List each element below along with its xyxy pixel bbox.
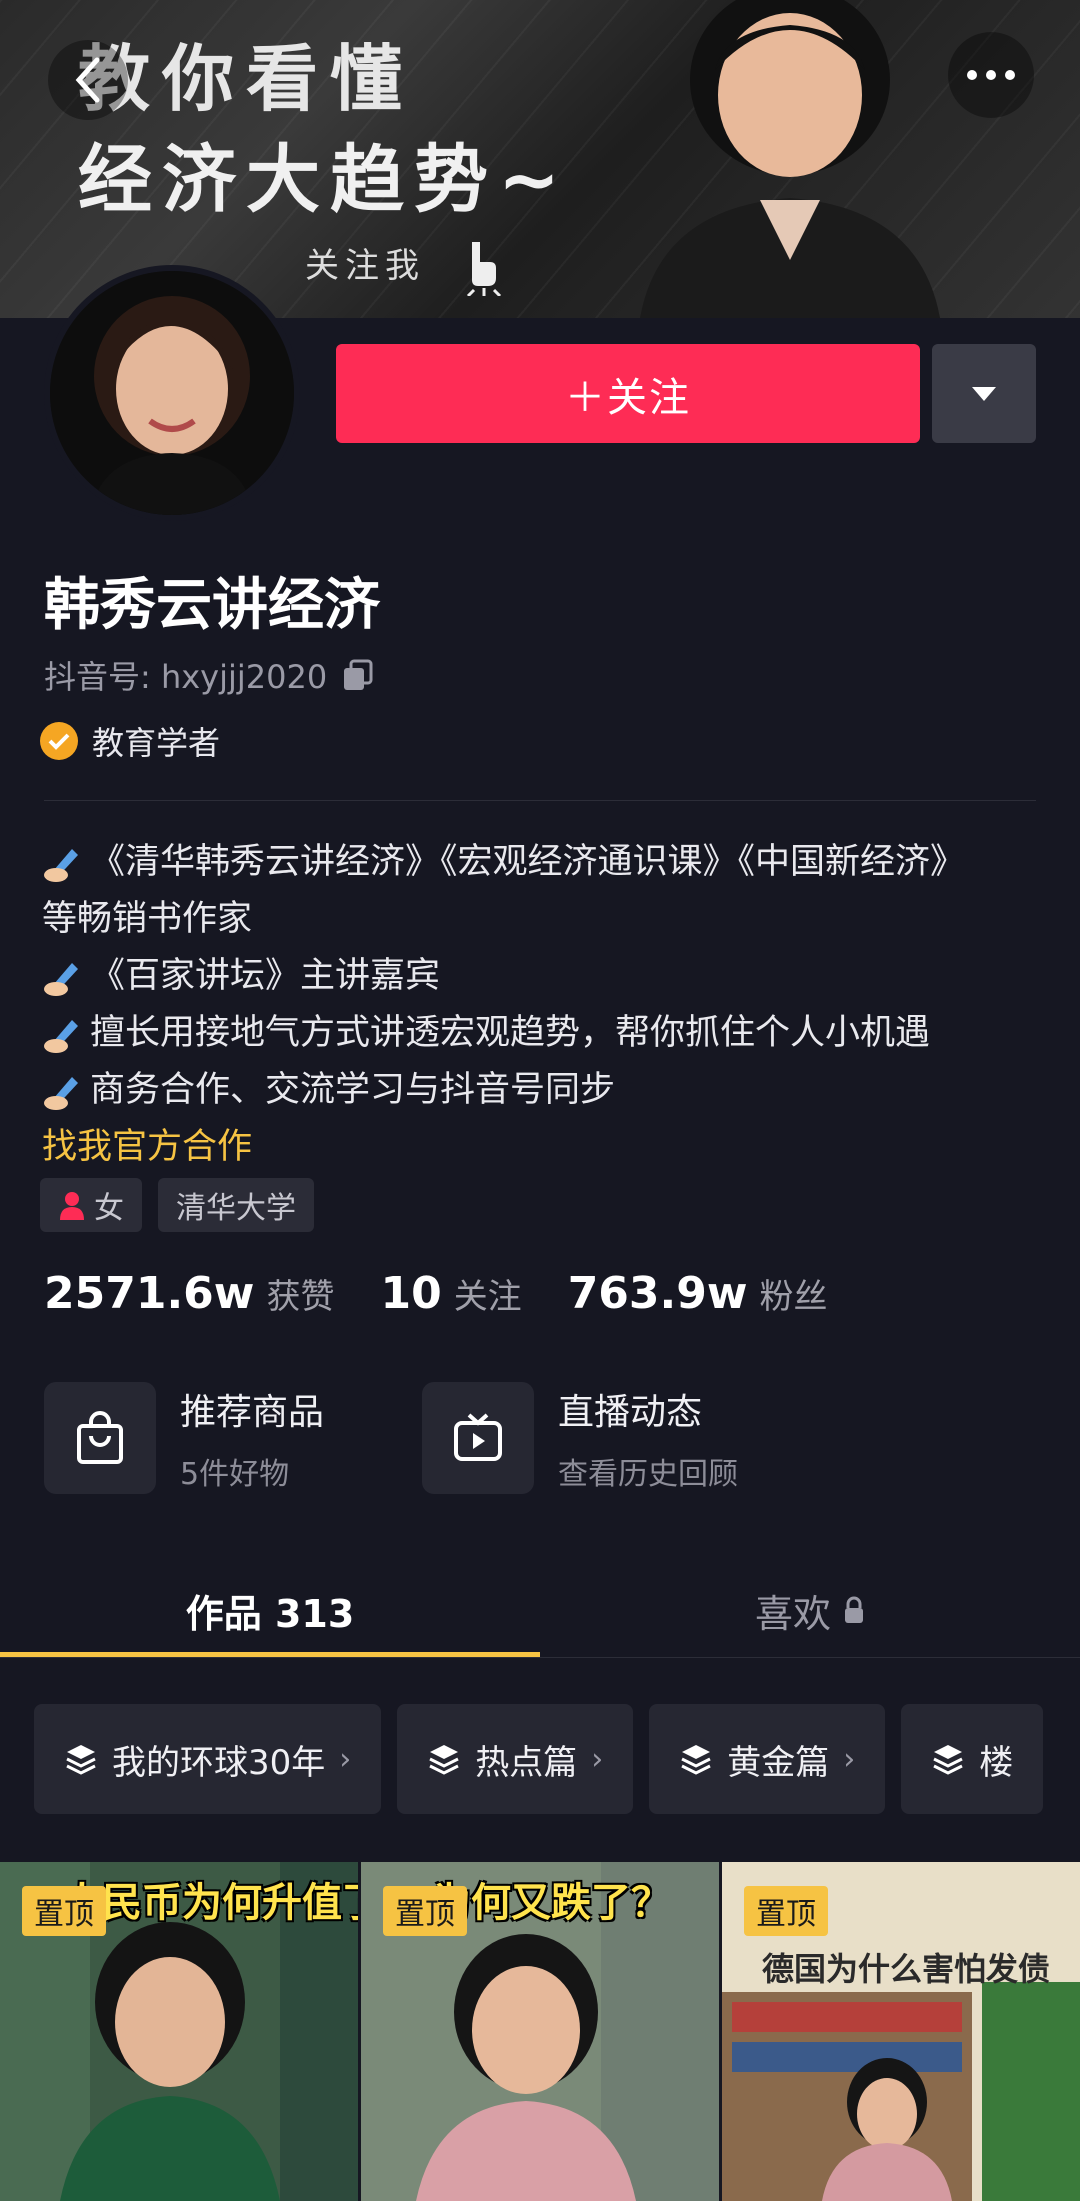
- followers-count[interactable]: 763.9w: [568, 1268, 748, 1319]
- writing-hand-icon: [44, 1019, 78, 1053]
- school-tag[interactable]: 清华大学: [158, 1178, 314, 1232]
- banner-text-line1: 教你看懂: [78, 37, 415, 121]
- chevron-right-icon: ›: [591, 1741, 604, 1777]
- douyin-id-row: 抖音号: hxyjjj2020: [44, 652, 375, 698]
- avatar[interactable]: [44, 265, 300, 521]
- gender-tag: 女: [40, 1178, 142, 1232]
- tab-divider: [0, 1657, 1080, 1658]
- profile-tags: 女 清华大学: [40, 1178, 314, 1232]
- tab-works[interactable]: 作品 313: [0, 1560, 540, 1660]
- writing-hand-icon: [44, 962, 78, 996]
- tv-play-icon: [422, 1382, 534, 1494]
- copy-icon[interactable]: [341, 658, 375, 692]
- banner-portrait: [640, 0, 940, 318]
- collection-chip[interactable]: 楼: [901, 1704, 1044, 1814]
- layers-icon: [429, 1745, 459, 1775]
- banner-text-line2: 经济大趋势~: [78, 137, 571, 223]
- card-subtitle: 查看历史回顾: [558, 1457, 738, 1492]
- following-label[interactable]: 关注: [454, 1269, 522, 1318]
- douyin-id: 抖音号: hxyjjj2020: [44, 658, 328, 696]
- video-caption: 人民币为何升值了？: [62, 1880, 358, 1926]
- official-cooperation-link[interactable]: 找我官方合作: [42, 1119, 1052, 1176]
- writing-hand-icon: [44, 848, 78, 882]
- chevron-right-icon: ›: [339, 1741, 352, 1777]
- pinned-badge: 置顶: [383, 1886, 467, 1936]
- female-user-icon: [60, 1192, 84, 1220]
- collection-chip[interactable]: 我的环球30年 ›: [34, 1704, 382, 1814]
- profile-name: 韩秀云讲经济: [44, 573, 380, 638]
- caret-down-icon: [972, 386, 996, 401]
- video-grid: 人民币为何升值了？ 置顶 为何又跌了？ 置顶 德国为什么害怕发债 置顶: [0, 1862, 1080, 2201]
- verified-check-icon: [40, 722, 78, 760]
- layers-icon: [681, 1745, 711, 1775]
- video-caption: 德国为什么害怕发债: [762, 1950, 1051, 1988]
- video-caption: 为何又跌了？: [431, 1880, 671, 1926]
- tab-likes[interactable]: 喜欢: [540, 1560, 1080, 1660]
- banner-text-line3: 关注我: [305, 246, 425, 286]
- collections-row: 我的环球30年 › 热点篇 › 黄金篇 › 楼: [34, 1704, 1044, 1814]
- collection-chip[interactable]: 黄金篇 ›: [649, 1704, 886, 1814]
- lock-icon: [845, 1596, 863, 1623]
- bio-line: 《百家讲坛》主讲嘉宾: [42, 948, 1052, 1005]
- card-title: 直播动态: [558, 1392, 703, 1433]
- bio: 《清华韩秀云讲经济》《宏观经济通识课》《中国新经济》 等畅销书作家 《百家讲坛》…: [42, 834, 1052, 1176]
- bio-line: 《清华韩秀云讲经济》《宏观经济通识课》《中国新经济》: [42, 834, 1052, 891]
- writing-hand-icon: [44, 1076, 78, 1110]
- layers-icon: [66, 1745, 96, 1775]
- follow-dropdown-button[interactable]: [932, 344, 1036, 443]
- follow-button[interactable]: ＋关注: [336, 344, 920, 443]
- pointing-hand-icon: [466, 242, 502, 296]
- pinned-badge: 置顶: [22, 1886, 106, 1936]
- recommended-products-card[interactable]: 推荐商品 5件好物: [44, 1382, 324, 1494]
- bio-line: 商务合作、交流学习与抖音号同步: [42, 1062, 1052, 1119]
- video-thumbnail[interactable]: 为何又跌了？ 置顶: [361, 1862, 719, 2201]
- avatar-image: [50, 271, 294, 515]
- layers-icon: [933, 1745, 963, 1775]
- live-updates-card[interactable]: 直播动态 查看历史回顾: [422, 1382, 738, 1494]
- bio-line: 擅长用接地气方式讲透宏观趋势，帮你抓住个人小机遇: [42, 1005, 1052, 1062]
- video-thumbnail[interactable]: 人民币为何升值了？ 置顶: [0, 1862, 358, 2201]
- verification-label: 教育学者: [92, 724, 221, 762]
- profile-stats: 2571.6w 获赞 10 关注 763.9w 粉丝: [44, 1268, 874, 1319]
- video-thumbnail[interactable]: 德国为什么害怕发债 置顶: [722, 1862, 1080, 2201]
- card-title: 推荐商品: [180, 1392, 325, 1433]
- verification-row: 教育学者: [40, 718, 220, 764]
- more-dots-icon: [967, 70, 1015, 80]
- back-button[interactable]: [48, 40, 128, 120]
- card-subtitle: 5件好物: [180, 1457, 290, 1492]
- likes-label: 获赞: [266, 1277, 335, 1317]
- following-count[interactable]: 10: [380, 1268, 441, 1319]
- pinned-badge: 置顶: [744, 1886, 828, 1936]
- followers-label[interactable]: 粉丝: [760, 1269, 828, 1318]
- content-tabs: 作品 313 喜欢: [0, 1560, 1080, 1660]
- bio-line: 等畅销书作家: [42, 899, 253, 939]
- more-button[interactable]: [948, 32, 1034, 118]
- chevron-right-icon: ›: [843, 1741, 856, 1777]
- likes-count: 2571.6w: [44, 1268, 255, 1319]
- collection-chip[interactable]: 热点篇 ›: [397, 1704, 634, 1814]
- section-divider: [44, 800, 1036, 801]
- chevron-left-icon: [75, 57, 100, 103]
- shopping-bag-icon: [44, 1382, 156, 1494]
